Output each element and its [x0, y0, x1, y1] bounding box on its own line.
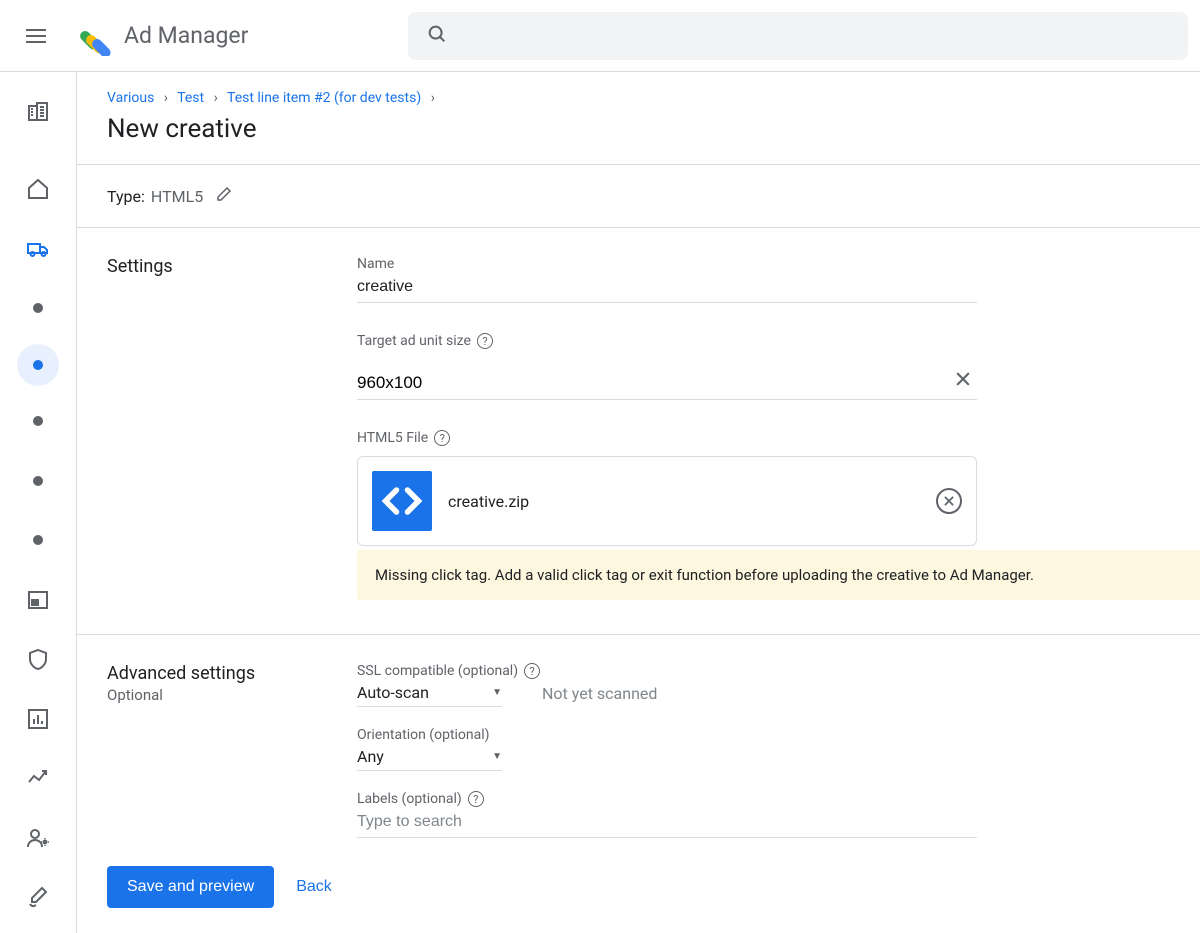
target-size-input[interactable] — [357, 363, 949, 399]
sidebar-item-home[interactable] — [14, 166, 62, 214]
file-name: creative.zip — [448, 492, 920, 511]
page-title: New creative — [77, 112, 1200, 165]
orientation-select[interactable]: Any ▼ — [357, 743, 502, 771]
type-row: Type: HTML5 — [77, 165, 1200, 228]
brand-title: Ad Manager — [124, 22, 248, 49]
breadcrumb-link-3[interactable]: Test line item #2 (for dev tests) — [227, 90, 421, 106]
orientation-value: Any — [357, 747, 480, 766]
name-input[interactable] — [357, 272, 977, 303]
sidebar-item-reports[interactable] — [14, 695, 62, 743]
code-file-icon — [372, 471, 432, 531]
ssl-label: SSL compatible (optional) — [357, 663, 518, 679]
menu-button[interactable] — [12, 12, 60, 60]
warning-banner: Missing click tag. Add a valid click tag… — [357, 550, 1200, 600]
dropdown-icon: ▼ — [492, 687, 502, 698]
scan-status: Not yet scanned — [542, 684, 657, 707]
admanager-logo[interactable] — [72, 16, 112, 56]
main-content: Various › Test › Test line item #2 (for … — [77, 72, 1200, 933]
advanced-title: Advanced settings — [107, 663, 357, 684]
chevron-right-icon: › — [214, 90, 218, 106]
ssl-select[interactable]: Auto-scan ▼ — [357, 679, 502, 707]
type-value: HTML5 — [151, 187, 203, 206]
sidebar-item-protections[interactable] — [14, 636, 62, 684]
chevron-right-icon: › — [164, 90, 168, 106]
orientation-label: Orientation (optional) — [357, 727, 490, 743]
labels-label: Labels (optional) — [357, 791, 462, 807]
sidebar-sub-dot-1[interactable] — [14, 285, 62, 333]
sidebar-sub-dot-active[interactable] — [17, 344, 59, 386]
help-icon[interactable]: ? — [434, 430, 450, 446]
sidebar-item-delivery[interactable] — [14, 225, 62, 273]
sidebar-item-domain[interactable] — [14, 88, 62, 136]
help-icon[interactable]: ? — [524, 663, 540, 679]
sidebar-item-admin[interactable] — [14, 814, 62, 862]
file-card: creative.zip — [357, 456, 977, 546]
sidebar-item-inventory[interactable] — [14, 576, 62, 624]
sidebar-item-insights[interactable] — [14, 755, 62, 803]
breadcrumb: Various › Test › Test line item #2 (for … — [107, 90, 1170, 106]
sidebar — [0, 72, 77, 933]
chevron-right-icon: › — [431, 90, 435, 106]
back-button[interactable]: Back — [296, 878, 332, 896]
app-header: Ad Manager — [0, 0, 1200, 72]
sidebar-sub-dot-5[interactable] — [14, 517, 62, 565]
hamburger-icon — [26, 27, 46, 45]
breadcrumb-link-2[interactable]: Test — [177, 90, 204, 106]
file-label: HTML5 File — [357, 430, 428, 446]
settings-section: Settings Name Target ad unit size ? — [77, 228, 1200, 635]
name-label: Name — [357, 256, 977, 272]
sidebar-item-settings[interactable] — [14, 874, 62, 922]
sidebar-sub-dot-4[interactable] — [14, 457, 62, 505]
remove-file-button[interactable] — [936, 488, 962, 514]
sidebar-sub-dot-3[interactable] — [14, 398, 62, 446]
edit-type-button[interactable] — [215, 185, 233, 207]
help-icon[interactable]: ? — [477, 333, 493, 349]
footer-actions: Save and preview Back — [77, 848, 1200, 926]
advanced-subtitle: Optional — [107, 686, 357, 704]
dropdown-icon: ▼ — [492, 751, 502, 762]
clear-size-button[interactable] — [949, 365, 977, 398]
ssl-value: Auto-scan — [357, 683, 480, 702]
search-box[interactable] — [408, 12, 1188, 60]
settings-title: Settings — [107, 256, 357, 277]
breadcrumb-link-1[interactable]: Various — [107, 90, 154, 106]
help-icon[interactable]: ? — [468, 791, 484, 807]
advanced-section: Advanced settings Optional SSL compatibl… — [77, 635, 1200, 848]
labels-input[interactable] — [357, 807, 977, 838]
save-preview-button[interactable]: Save and preview — [107, 866, 274, 908]
search-icon — [426, 23, 448, 49]
type-label: Type: — [107, 187, 145, 206]
target-size-label: Target ad unit size — [357, 333, 471, 349]
